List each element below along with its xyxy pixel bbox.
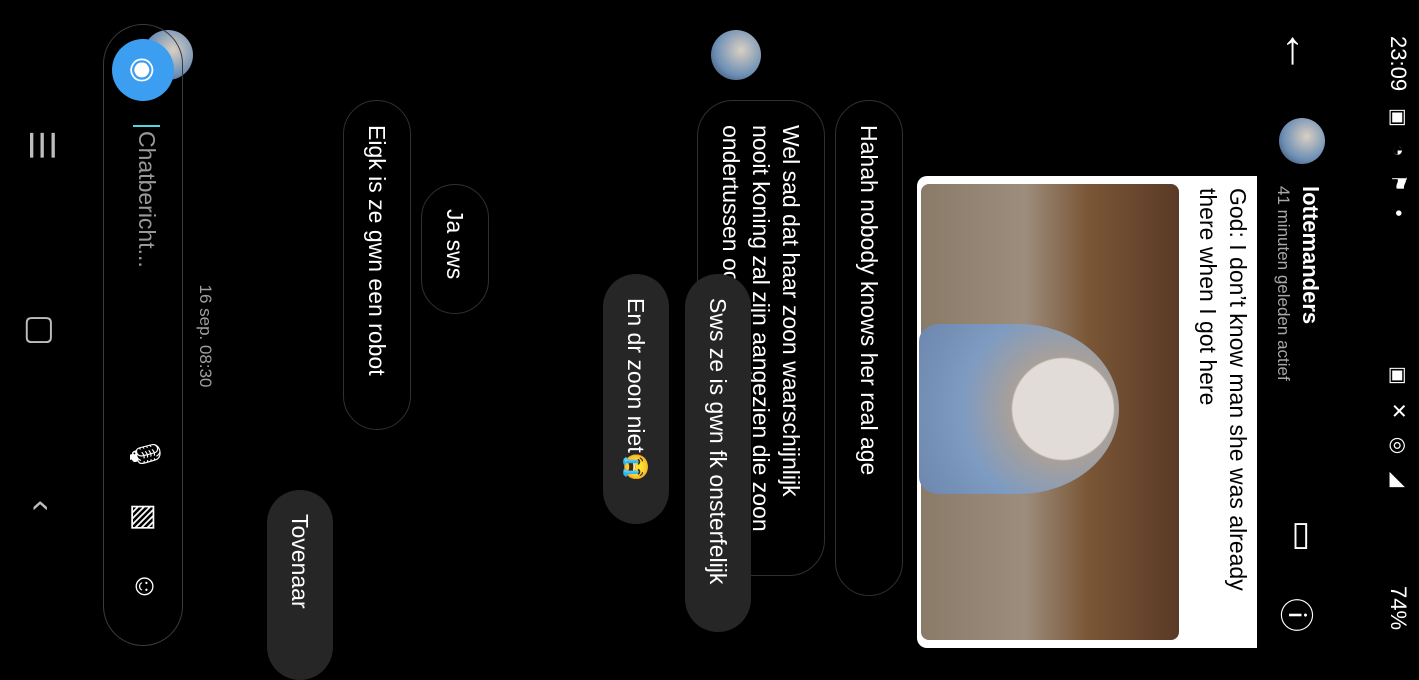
contact-name[interactable]: lottemanders <box>1297 186 1323 324</box>
camera-icon[interactable]: ◉ <box>112 39 174 101</box>
shared-meme-image[interactable]: God: I don’t know man she was already th… <box>917 176 1257 648</box>
message-received[interactable]: Ja sws <box>421 184 489 314</box>
back-arrow-icon[interactable]: ← <box>1275 28 1327 74</box>
message-sent[interactable]: En dr zoon niet😭 <box>603 274 669 524</box>
message-received[interactable]: Hahah nobody knows her real age <box>835 100 903 596</box>
notification-icons: ▣ ◔ ⚑ • <box>1387 108 1409 223</box>
system-navigation-bar: ☰ ▢ ‹ <box>0 0 79 672</box>
gallery-icon[interactable]: ▧ <box>127 503 162 531</box>
message-sent[interactable]: Sws ze is gwn fk onsterfelijk <box>685 274 751 632</box>
message-input[interactable]: Chatbericht... <box>133 125 160 268</box>
microphone-icon[interactable]: 🎙 <box>127 435 162 473</box>
message-received[interactable]: Eigk is ze gwn een robot <box>343 100 411 430</box>
chat-screen: 23:09 ▣ ◔ ⚑ • ▣ ✕ ◎ ◢ 74% ← lottemanders… <box>0 0 1419 680</box>
status-bar: 23:09 ▣ ◔ ⚑ • ▣ ✕ ◎ ◢ 74% <box>1373 0 1419 672</box>
avatar[interactable] <box>1279 118 1325 164</box>
sticker-icon[interactable]: ☺ <box>128 571 162 602</box>
info-icon[interactable]: ⓘ <box>1274 598 1323 632</box>
video-call-icon[interactable]: ▭ <box>1283 520 1323 552</box>
recent-apps-icon[interactable]: ☰ <box>21 130 61 160</box>
message-sent[interactable]: Tovenaar <box>267 490 333 680</box>
nav-back-icon[interactable]: ‹ <box>22 500 61 511</box>
meme-caption: God: I don’t know man she was already th… <box>1195 188 1251 591</box>
avatar[interactable] <box>711 30 761 80</box>
message-timestamp: 16 sep. 08:30 <box>196 284 215 388</box>
home-icon[interactable]: ▢ <box>21 314 61 346</box>
message-composer: ◉ Chatbericht... 🎙 ▧ ☺ <box>103 24 183 646</box>
system-status-icons: ▣ ✕ ◎ ◢ <box>1387 366 1409 494</box>
contact-activity-status: 41 minuten geleden actief <box>1274 186 1293 381</box>
status-time: 23:09 <box>1386 36 1411 92</box>
meme-photo <box>919 184 1179 640</box>
battery-level: 74% <box>1386 586 1411 631</box>
photo-subject <box>919 324 1119 494</box>
